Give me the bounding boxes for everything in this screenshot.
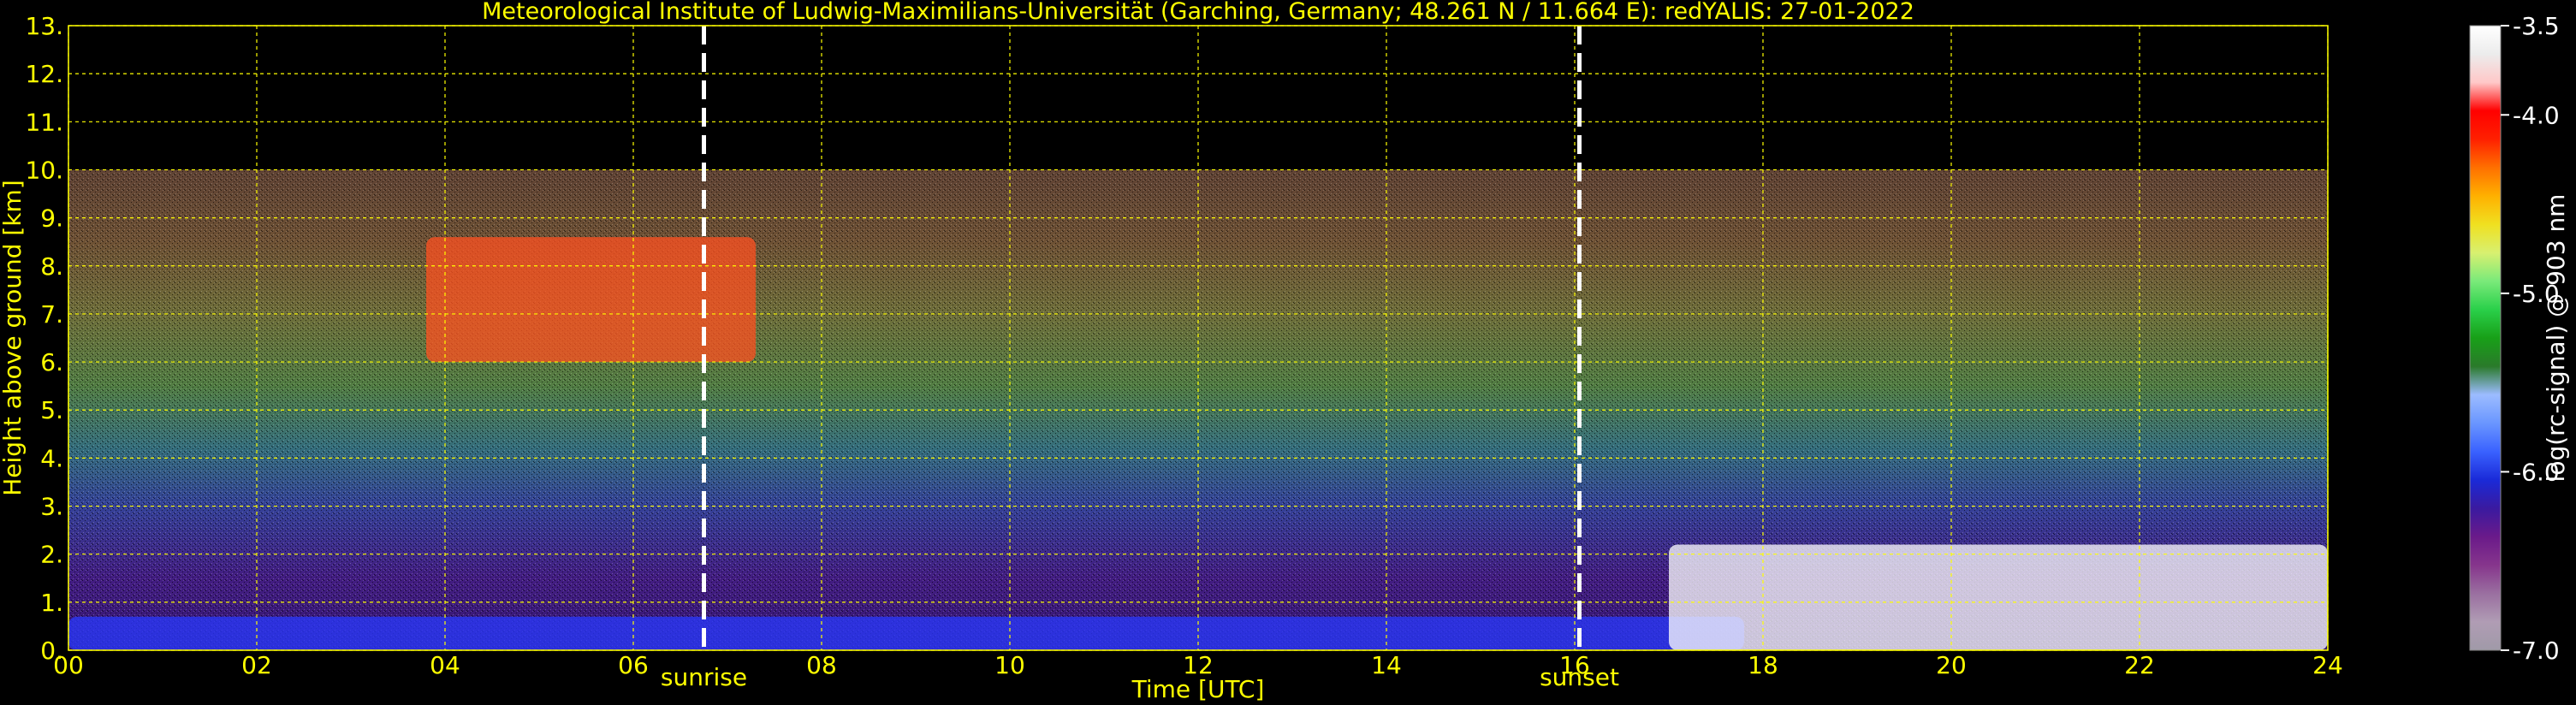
y-tick-label: 5. — [40, 396, 63, 424]
y-tick-label: 10. — [25, 156, 63, 184]
x-tick-label: 06 — [618, 651, 649, 679]
x-tick-label: 20 — [1936, 651, 1967, 679]
y-axis-ticks: 0.1.2.3.4.5.6.7.8.9.10.11.12.13. — [25, 12, 63, 665]
y-tick-label: 7. — [40, 300, 63, 329]
x-tick-label: 14 — [1371, 651, 1402, 679]
colorbar-scale — [2469, 25, 2502, 651]
x-tick-label: 04 — [430, 651, 460, 679]
y-axis-label: Height above ground [km] — [0, 180, 27, 496]
y-tick-label: 2. — [40, 541, 63, 569]
lidar-quicklook-figure: Meteorological Institute of Ludwig-Maxim… — [0, 0, 2570, 703]
colorbar-tick-label: -4.0 — [2513, 101, 2560, 129]
colorbar-tick-label: -7.0 — [2513, 637, 2560, 665]
x-tick-label: 24 — [2312, 651, 2343, 679]
x-axis-label: Time [UTC] — [1131, 675, 1265, 703]
x-tick-label: 02 — [241, 651, 272, 679]
colorbar-label: log(rc-signal) @ 903 nm — [2542, 194, 2570, 483]
y-tick-label: 6. — [40, 348, 63, 376]
y-tick-label: 13. — [25, 12, 63, 40]
x-tick-label: 08 — [806, 651, 837, 679]
plot-area — [68, 25, 2329, 651]
y-tick-label: 4. — [40, 444, 63, 472]
y-tick-label: 3. — [40, 493, 63, 521]
x-tick-label: 00 — [53, 651, 84, 679]
y-tick-label: 1. — [40, 589, 63, 617]
feature-boundary-layer-aerosol — [68, 616, 1744, 650]
x-tick-label: 18 — [1748, 651, 1778, 679]
feature-cirrus-cloud-layer — [426, 237, 756, 363]
sunrise-label: sunrise — [661, 663, 747, 691]
colorbar-tick-label: -3.5 — [2513, 12, 2560, 40]
sunset-label: sunset — [1540, 663, 1619, 691]
y-tick-label: 9. — [40, 204, 63, 233]
y-tick-label: 8. — [40, 252, 63, 281]
x-tick-label: 10 — [994, 651, 1025, 679]
x-tick-label: 22 — [2124, 651, 2155, 679]
colorbar: -3.5-4.0-5.0-6.0-7.0 log(rc-signal) @ 90… — [2469, 12, 2570, 665]
y-tick-label: 12. — [25, 60, 63, 88]
feature-low-cloud — [1669, 544, 2328, 650]
y-tick-label: 11. — [25, 108, 63, 136]
chart-title: Meteorological Institute of Ludwig-Maxim… — [482, 0, 1914, 25]
